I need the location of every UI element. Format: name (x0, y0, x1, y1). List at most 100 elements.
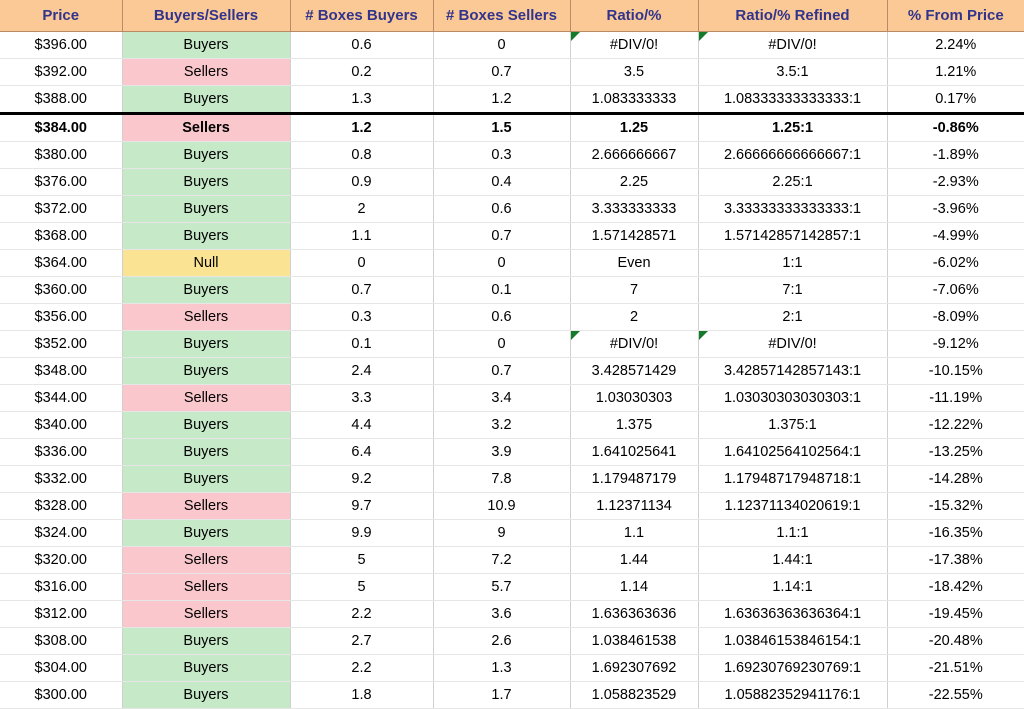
cell-pct-from-price[interactable]: -22.55% (887, 681, 1024, 709)
cell-price[interactable]: $376.00 (0, 168, 123, 196)
cell-pct-from-price[interactable]: -10.15% (887, 357, 1024, 385)
cell-pct-from-price[interactable]: -15.32% (887, 492, 1024, 520)
cell-price[interactable]: $364.00 (0, 249, 123, 277)
cell-ratio[interactable]: 2.666666667 (570, 141, 699, 169)
cell-pct-from-price[interactable]: -18.42% (887, 573, 1024, 601)
cell-ratio-refined[interactable]: 1.1:1 (698, 519, 888, 547)
cell-boxes-buyers[interactable]: 2.2 (290, 654, 434, 682)
cell-pct-from-price[interactable]: -3.96% (887, 195, 1024, 223)
cell-boxes-buyers[interactable]: 4.4 (290, 411, 434, 439)
cell-ratio[interactable]: #DIV/0! (570, 330, 699, 358)
cell-price[interactable]: $360.00 (0, 276, 123, 304)
cell-price[interactable]: $384.00 (0, 112, 123, 142)
cell-buyers-sellers[interactable]: Buyers (122, 627, 291, 655)
cell-ratio[interactable]: Even (570, 249, 699, 277)
cell-price[interactable]: $356.00 (0, 303, 123, 331)
cell-boxes-buyers[interactable]: 0.9 (290, 168, 434, 196)
cell-ratio[interactable]: 1.571428571 (570, 222, 699, 250)
cell-boxes-sellers[interactable]: 7.8 (433, 465, 571, 493)
cell-ratio-refined[interactable]: 3.42857142857143:1 (698, 357, 888, 385)
cell-ratio-refined[interactable]: 1.63636363636364:1 (698, 600, 888, 628)
cell-boxes-buyers[interactable]: 1.2 (290, 112, 434, 142)
cell-boxes-sellers[interactable]: 0.6 (433, 303, 571, 331)
table-row[interactable]: $388.00 Buyers 1.3 1.2 1.083333333 1.08333333… (0, 85, 1024, 114)
cell-boxes-sellers[interactable]: 2.6 (433, 627, 571, 655)
cell-ratio-refined[interactable]: 2.25:1 (698, 168, 888, 196)
cell-ratio[interactable]: 1.083333333 (570, 85, 699, 114)
cell-ratio-refined[interactable]: 1.25:1 (698, 112, 888, 142)
cell-boxes-sellers[interactable]: 0 (433, 330, 571, 358)
cell-ratio[interactable]: 2 (570, 303, 699, 331)
cell-price[interactable]: $320.00 (0, 546, 123, 574)
table-row[interactable]: $336.00 Buyers 6.4 3.9 1.641025641 1.64102564… (0, 438, 1024, 466)
table-row[interactable]: $392.00 Sellers 0.2 0.7 3.5 3.5:1 1.21% (0, 58, 1024, 86)
cell-ratio[interactable]: #DIV/0! (570, 31, 699, 59)
cell-buyers-sellers[interactable]: Buyers (122, 681, 291, 709)
cell-price[interactable]: $344.00 (0, 384, 123, 412)
column-header-pct-from-price[interactable]: % From Price (887, 0, 1024, 32)
table-row[interactable]: $368.00 Buyers 1.1 0.7 1.571428571 1.57142857… (0, 222, 1024, 250)
cell-boxes-buyers[interactable]: 0.7 (290, 276, 434, 304)
cell-boxes-sellers[interactable]: 0 (433, 249, 571, 277)
cell-buyers-sellers[interactable]: Buyers (122, 438, 291, 466)
cell-pct-from-price[interactable]: -14.28% (887, 465, 1024, 493)
cell-boxes-buyers[interactable]: 9.9 (290, 519, 434, 547)
cell-boxes-buyers[interactable]: 0.8 (290, 141, 434, 169)
cell-ratio-refined[interactable]: #DIV/0! (698, 31, 888, 59)
cell-buyers-sellers[interactable]: Buyers (122, 222, 291, 250)
cell-boxes-sellers[interactable]: 3.2 (433, 411, 571, 439)
cell-pct-from-price[interactable]: -0.86% (887, 112, 1024, 142)
table-row[interactable]: $320.00 Sellers 5 7.2 1.44 1.44:1 -17.38% (0, 546, 1024, 574)
cell-boxes-sellers[interactable]: 3.9 (433, 438, 571, 466)
cell-price[interactable]: $368.00 (0, 222, 123, 250)
cell-buyers-sellers[interactable]: Buyers (122, 357, 291, 385)
cell-ratio-refined[interactable]: 1.08333333333333:1 (698, 85, 888, 114)
cell-ratio-refined[interactable]: #DIV/0! (698, 330, 888, 358)
cell-ratio[interactable]: 1.038461538 (570, 627, 699, 655)
cell-price[interactable]: $348.00 (0, 357, 123, 385)
cell-ratio-refined[interactable]: 2.66666666666667:1 (698, 141, 888, 169)
cell-boxes-buyers[interactable]: 0.3 (290, 303, 434, 331)
cell-price[interactable]: $300.00 (0, 681, 123, 709)
cell-buyers-sellers[interactable]: Sellers (122, 303, 291, 331)
cell-boxes-buyers[interactable]: 2.7 (290, 627, 434, 655)
cell-ratio[interactable]: 3.428571429 (570, 357, 699, 385)
column-header-ratio[interactable]: Ratio/% (570, 0, 699, 32)
cell-ratio-refined[interactable]: 1.14:1 (698, 573, 888, 601)
cell-boxes-buyers[interactable]: 5 (290, 546, 434, 574)
cell-pct-from-price[interactable]: -12.22% (887, 411, 1024, 439)
price-ladder-table[interactable]: Price Buyers/Sellers # Boxes Buyers # Bo… (0, 0, 1024, 709)
cell-boxes-buyers[interactable]: 9.7 (290, 492, 434, 520)
cell-ratio-refined[interactable]: 7:1 (698, 276, 888, 304)
cell-price[interactable]: $328.00 (0, 492, 123, 520)
cell-ratio[interactable]: 1.44 (570, 546, 699, 574)
cell-boxes-sellers[interactable]: 9 (433, 519, 571, 547)
cell-buyers-sellers[interactable]: Buyers (122, 276, 291, 304)
cell-boxes-sellers[interactable]: 1.7 (433, 681, 571, 709)
cell-ratio-refined[interactable]: 1.375:1 (698, 411, 888, 439)
cell-price[interactable]: $392.00 (0, 58, 123, 86)
cell-ratio-refined[interactable]: 2:1 (698, 303, 888, 331)
cell-buyers-sellers[interactable]: Sellers (122, 384, 291, 412)
cell-ratio[interactable]: 2.25 (570, 168, 699, 196)
cell-boxes-buyers[interactable]: 1.3 (290, 85, 434, 114)
cell-ratio[interactable]: 1.12371134 (570, 492, 699, 520)
cell-buyers-sellers[interactable]: Buyers (122, 195, 291, 223)
cell-boxes-buyers[interactable]: 0.1 (290, 330, 434, 358)
cell-buyers-sellers[interactable]: Sellers (122, 492, 291, 520)
cell-ratio[interactable]: 1.641025641 (570, 438, 699, 466)
column-header-boxes-sellers[interactable]: # Boxes Sellers (433, 0, 571, 32)
table-row[interactable]: $344.00 Sellers 3.3 3.4 1.03030303 1.03030303… (0, 384, 1024, 412)
cell-ratio[interactable]: 1.692307692 (570, 654, 699, 682)
cell-boxes-sellers[interactable]: 1.2 (433, 85, 571, 114)
cell-boxes-buyers[interactable]: 9.2 (290, 465, 434, 493)
table-row[interactable]: $396.00 Buyers 0.6 0 #DIV/0! #DIV/0! 2.24% (0, 31, 1024, 59)
table-row[interactable]: $300.00 Buyers 1.8 1.7 1.058823529 1.05882352… (0, 681, 1024, 709)
cell-ratio[interactable]: 1.636363636 (570, 600, 699, 628)
cell-ratio-refined[interactable]: 1.03030303030303:1 (698, 384, 888, 412)
cell-price[interactable]: $388.00 (0, 85, 123, 114)
cell-ratio[interactable]: 3.333333333 (570, 195, 699, 223)
cell-price[interactable]: $340.00 (0, 411, 123, 439)
cell-ratio-refined[interactable]: 3.33333333333333:1 (698, 195, 888, 223)
cell-boxes-buyers[interactable]: 6.4 (290, 438, 434, 466)
